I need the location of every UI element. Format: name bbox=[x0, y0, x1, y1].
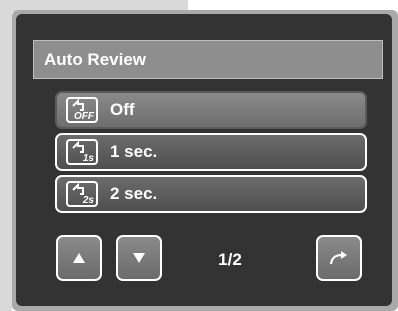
down-arrow-icon bbox=[133, 253, 145, 263]
menu-item-label: 1 sec. bbox=[110, 142, 158, 161]
menu-title: Auto Review bbox=[33, 40, 383, 79]
menu-item-label: Off bbox=[110, 100, 135, 119]
review-off-icon: OFF bbox=[66, 97, 98, 123]
page-up-button[interactable] bbox=[56, 235, 102, 281]
menu-item-2-sec[interactable]: 2s 2 sec. bbox=[55, 175, 367, 213]
menu-item-off[interactable]: OFF Off bbox=[55, 91, 367, 129]
return-button[interactable] bbox=[316, 235, 362, 281]
up-arrow-icon bbox=[73, 253, 85, 263]
page-indicator: 1/2 bbox=[218, 250, 242, 269]
side-frame-strip bbox=[0, 12, 12, 311]
icon-sub-label: OFF bbox=[74, 111, 94, 122]
menu-item-label: 2 sec. bbox=[110, 184, 158, 203]
review-1s-icon: 1s bbox=[66, 139, 98, 165]
menu-title-label: Auto Review bbox=[44, 49, 147, 69]
icon-sub-label: 2s bbox=[82, 195, 94, 206]
return-arrow-icon bbox=[329, 251, 347, 265]
menu-item-1-sec[interactable]: 1s 1 sec. bbox=[55, 133, 367, 171]
icon-sub-label: 1s bbox=[82, 153, 94, 164]
page-down-button[interactable] bbox=[116, 235, 162, 281]
review-2s-icon: 2s bbox=[66, 181, 98, 207]
